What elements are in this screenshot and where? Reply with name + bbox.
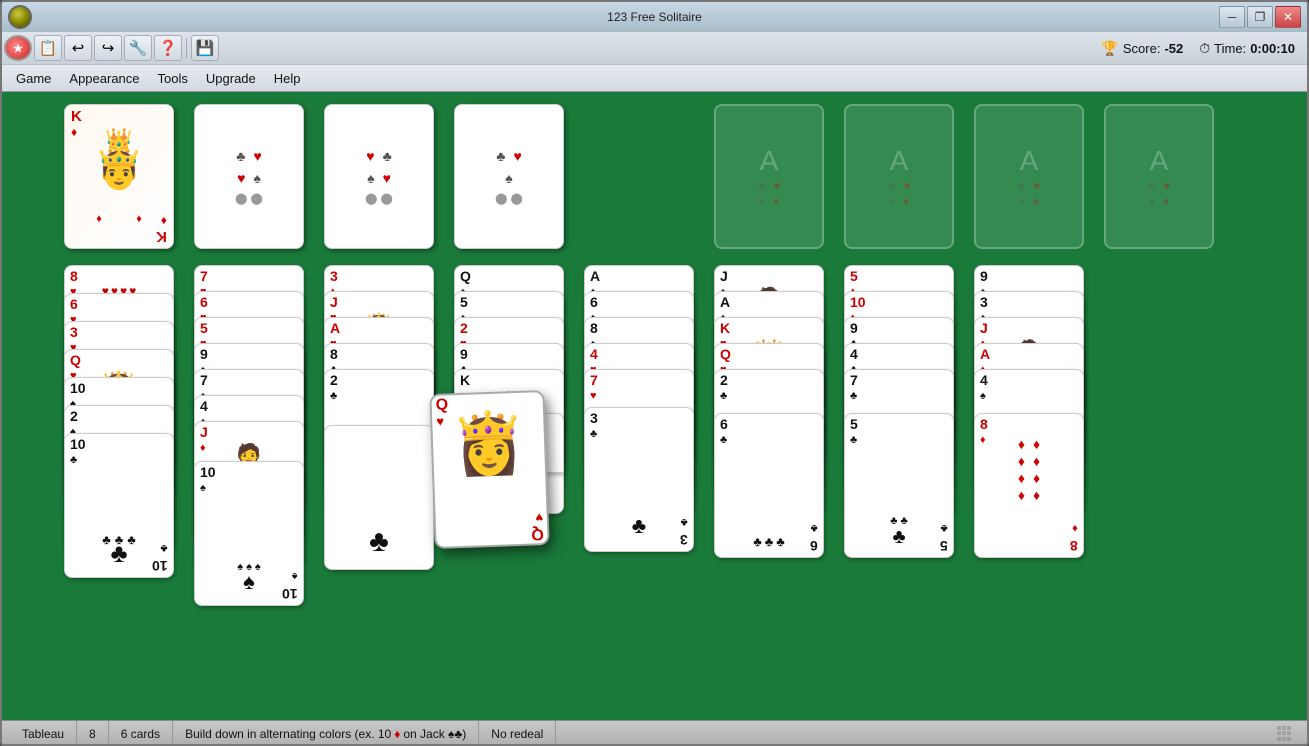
title-bar: 123 Free Solitaire ─ ❐ ✕ — [2, 2, 1307, 32]
tableau-col-7[interactable]: 5♦ 10♦ 9♣ 4♣ 7♣ 5♣ 5♣ ♣ — [844, 265, 954, 665]
score-display: 🏆 Score: -52 — [1101, 40, 1183, 57]
restore-button[interactable]: ❐ — [1247, 6, 1273, 28]
window-title: 123 Free Solitaire — [607, 10, 702, 24]
menu-help[interactable]: Help — [266, 69, 309, 88]
tableau-col-2[interactable]: 7♥ 6♥ 5♥ 9♠ 7♠ 4♠ J♦ � — [194, 265, 304, 695]
toolbar-extra-icon[interactable]: 💾 — [191, 35, 219, 61]
minimize-button[interactable]: ─ — [1219, 6, 1245, 28]
toolbar-open-icon[interactable]: 📋 — [34, 35, 62, 61]
foundation-2[interactable]: A ♣♥ ♠♦ — [844, 104, 954, 249]
status-game-type: Tableau — [10, 721, 77, 746]
score-label: Score: — [1123, 41, 1161, 56]
tableau-col-6[interactable]: J♠ 🤵 A♠ K♥ 👑 Q♥ 2♣ 6♣ 6♣ — [714, 265, 824, 665]
clock-icon: ⏱ — [1199, 40, 1210, 57]
tableau-col-5[interactable]: A♠ 6♠ 8♠ 4♥ 7♥ 3♣ 3♣ ♣ — [584, 265, 694, 645]
time-label: Time: — [1214, 41, 1246, 56]
stock-pile-3[interactable]: ♥♣ ♠♥ ⬤ ⬤ — [324, 104, 434, 249]
app-window: 123 Free Solitaire ─ ❐ ✕ ★ 📋 ↩ ↪ 🔧 ❓ 💾 🏆… — [0, 0, 1309, 746]
status-grip — [1277, 726, 1299, 742]
window-controls: ─ ❐ ✕ — [1219, 6, 1301, 28]
title-bar-left — [8, 5, 32, 29]
menu-upgrade[interactable]: Upgrade — [198, 69, 264, 88]
tableau-col-1[interactable]: 8♥ 8♥ ♥♥ ♥♥ 6♥ 6♥ 3♥ Q♥ — [64, 265, 174, 665]
app-logo-icon — [8, 5, 32, 29]
status-bar: Tableau 8 6 cards Build down in alternat… — [2, 720, 1307, 746]
stock-pile-2[interactable]: ♣♥ ♥♠ ⬤ ⬤ — [194, 104, 304, 249]
menu-appearance[interactable]: Appearance — [61, 69, 147, 88]
time-display: ⏱ Time: 0:00:10 — [1199, 40, 1295, 57]
status-rule: Build down in alternating colors (ex. 10… — [173, 721, 479, 746]
score-value: -52 — [1164, 41, 1183, 56]
menu-tools[interactable]: Tools — [150, 69, 196, 88]
score-icon: 🏆 — [1101, 40, 1118, 57]
status-rule-text2: on Jack ♠♣) — [403, 727, 466, 741]
dragged-card-queen-hearts[interactable]: Q♥ 👸 Q♥ — [429, 390, 549, 549]
toolbar-redo-icon[interactable]: ↪ — [94, 35, 122, 61]
toolbar: ★ 📋 ↩ ↪ 🔧 ❓ 💾 🏆 Score: -52 ⏱ Time: 0:00:… — [2, 32, 1307, 64]
toolbar-undo-icon[interactable]: ↩ — [64, 35, 92, 61]
stock-pile-4[interactable]: ♣♥ ♠ ⬤ ⬤ — [454, 104, 564, 249]
status-cards: 6 cards — [109, 721, 173, 746]
tableau-col-8[interactable]: 9♠ 3♠ J♦ 🤵 A♦ 4♠ 8♦ 8♦ — [974, 265, 1084, 685]
time-value: 0:00:10 — [1250, 41, 1295, 56]
tableau-col-3[interactable]: 3♦ J♥ 👸 A♥ 8♣ 2♣ ♣ — [324, 265, 434, 665]
foundation-1[interactable]: A ♣♥ ♠♦ — [714, 104, 824, 249]
game-area[interactable]: K♦ 👑 🤴 — [2, 92, 1309, 720]
foundation-4[interactable]: A ♣♥ ♠♦ — [1104, 104, 1214, 249]
menu-game[interactable]: Game — [8, 69, 59, 88]
toolbar-separator — [186, 38, 187, 58]
status-columns: 8 — [77, 721, 109, 746]
status-rule-text: Build down in alternating colors (ex. 10 — [185, 727, 391, 741]
close-button[interactable]: ✕ — [1275, 6, 1301, 28]
toolbar-new-icon[interactable]: ★ — [4, 35, 32, 61]
menubar: Game Appearance Tools Upgrade Help — [2, 64, 1307, 92]
status-suit-red: ♦ — [394, 727, 400, 741]
toolbar-settings-icon[interactable]: 🔧 — [124, 35, 152, 61]
toolbar-help-icon[interactable]: ❓ — [154, 35, 182, 61]
foundation-3[interactable]: A ♣♥ ♠♦ — [974, 104, 1084, 249]
score-time-bar: 🏆 Score: -52 ⏱ Time: 0:00:10 — [1101, 40, 1305, 57]
status-redeal: No redeal — [479, 721, 556, 746]
